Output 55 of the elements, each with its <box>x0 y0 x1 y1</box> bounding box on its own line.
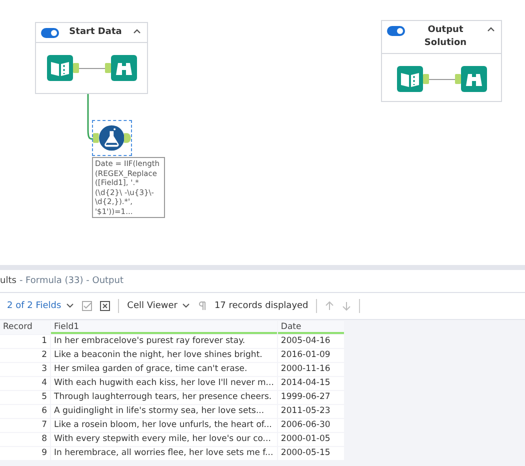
record-number: 6 <box>0 405 50 418</box>
book-tool-icon[interactable] <box>396 66 422 92</box>
column-header[interactable]: Date <box>278 321 344 334</box>
panel-subtitle: - Formula (33) - Output <box>19 276 124 286</box>
paragraph-icon[interactable] <box>198 301 206 311</box>
arrow-up-icon[interactable] <box>325 301 334 311</box>
toggle-switch[interactable] <box>387 26 405 36</box>
formula-tool-icon[interactable] <box>98 125 124 151</box>
arrow-down-icon[interactable] <box>342 301 352 311</box>
column-header[interactable]: Record <box>0 321 50 334</box>
table-cell: With every stepwith every mile, her love's our co... <box>51 433 277 446</box>
table-cell: Like a rosein bloom, her love unfurls, the heart of... <box>51 419 277 432</box>
input-anchor[interactable] <box>454 74 460 84</box>
table-cell: 2014-04-15 <box>278 377 344 390</box>
table-cell: 1999-06-27 <box>278 391 344 404</box>
caret-icon[interactable] <box>182 303 190 309</box>
record-number: 3 <box>0 363 50 376</box>
book-tool-icon[interactable] <box>46 55 72 81</box>
table-cell: With each hugwith each kiss, her love I'll never m... <box>51 377 277 390</box>
table-cell: 2005-04-16 <box>278 335 344 348</box>
record-number: 4 <box>0 377 50 390</box>
table-cell: 2011-05-23 <box>278 405 344 418</box>
table-cell: 2000-01-05 <box>278 433 344 446</box>
binoculars-tool-icon[interactable] <box>460 66 486 92</box>
record-number: 8 <box>0 433 50 446</box>
record-number: 5 <box>0 391 50 404</box>
container-title: Start Data <box>68 26 123 39</box>
table-cell: In herembrace, all worries flee, her love sets me f... <box>51 447 277 460</box>
connector-line <box>428 78 454 80</box>
table-cell: Her smilea garden of grace, time can't erase. <box>51 363 277 376</box>
cell-viewer-dropdown[interactable]: Cell Viewer <box>127 301 190 311</box>
toggle-switch[interactable] <box>41 28 59 38</box>
input-anchor[interactable] <box>93 133 99 143</box>
table-cell: 2000-05-15 <box>278 447 344 460</box>
table-cell: Through laughterrough tears, her presence cheers. <box>51 391 277 404</box>
close-icon[interactable] <box>100 301 110 311</box>
column-header[interactable]: Field1 <box>51 321 277 334</box>
record-number: 1 <box>0 335 50 348</box>
table-cell: A guidinglight in life's stormy sea, her love sets... <box>51 405 277 418</box>
record-number: 7 <box>0 419 50 432</box>
caret-icon[interactable] <box>66 303 74 309</box>
table-cell: 2000-11-16 <box>278 363 344 376</box>
record-count: 17 records displayed <box>214 301 308 311</box>
binoculars-tool-icon[interactable] <box>110 55 136 81</box>
record-number: 2 <box>0 349 50 362</box>
checkbox-icon[interactable] <box>82 301 92 311</box>
fields-dropdown[interactable]: 2 of 2 Fields <box>7 301 74 311</box>
table-cell: 2016-01-09 <box>278 349 344 362</box>
table-cell: In her embracelove's purest ray forever stay. <box>51 335 277 348</box>
panel-title: ults <box>0 276 16 286</box>
table-cell: 2006-06-30 <box>278 419 344 432</box>
table-cell: Like a beaconin the night, her love shines bright. <box>51 349 277 362</box>
record-number: 9 <box>0 447 50 460</box>
container-title: Output Solution <box>423 24 468 50</box>
input-anchor[interactable] <box>104 63 110 73</box>
